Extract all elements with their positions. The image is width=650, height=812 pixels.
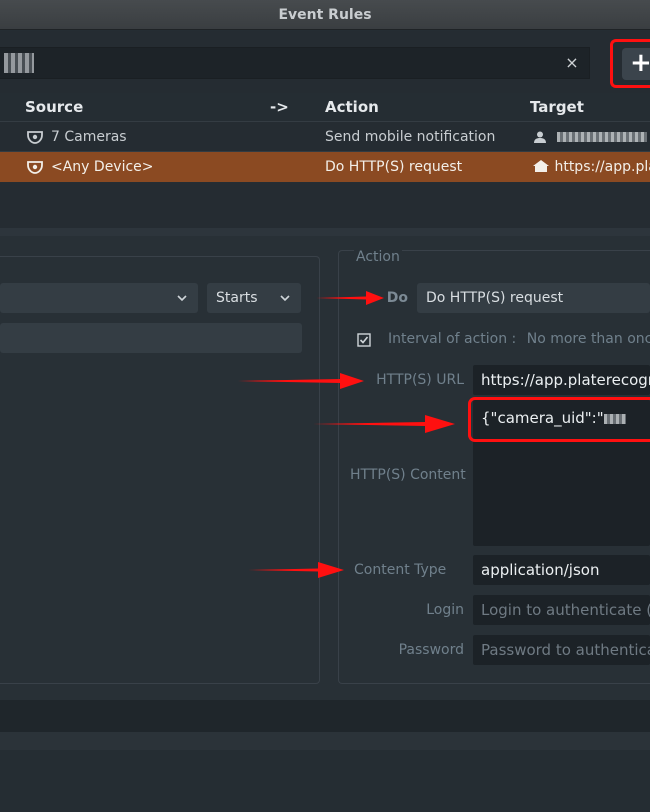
rule-source: 7 Cameras	[51, 129, 127, 145]
clear-search-button[interactable]: ×	[562, 52, 582, 74]
login-label: Login	[426, 602, 464, 618]
column-header-arrow[interactable]: ->	[270, 96, 289, 118]
add-rule-button[interactable]: +	[622, 48, 650, 80]
red-arrow-url	[238, 373, 364, 389]
interval-value[interactable]: No more than once pe	[527, 331, 650, 347]
checkbox-checked-icon[interactable]	[357, 332, 371, 347]
password-label: Password	[398, 642, 464, 658]
status-bar	[0, 700, 650, 732]
panel-splitter[interactable]	[0, 228, 650, 236]
chevron-down-icon	[279, 283, 293, 313]
camera-icon	[26, 160, 44, 174]
content-type-label: Content Type	[354, 562, 447, 578]
content-type-input[interactable]: application/json	[473, 555, 650, 585]
search-input[interactable]	[0, 47, 590, 79]
rule-target-url: https://app.pla	[554, 159, 650, 175]
event-type-select[interactable]	[0, 283, 198, 313]
rule-action: Send mobile notification	[325, 129, 496, 145]
action-type-value: Do HTTP(S) request	[426, 290, 564, 306]
rule-target	[533, 122, 650, 152]
column-header-source[interactable]: Source	[25, 96, 83, 118]
camera-icon	[26, 130, 44, 144]
column-header-target[interactable]: Target	[530, 96, 584, 118]
event-settings-frame	[0, 256, 320, 684]
redacted-email	[557, 132, 648, 142]
user-icon	[533, 129, 551, 145]
event-device-field[interactable]	[0, 323, 302, 353]
event-state-select[interactable]: Starts	[207, 283, 301, 313]
action-section-title: Action	[354, 247, 402, 267]
login-placeholder: Login to authenticate (op	[481, 601, 650, 619]
url-input[interactable]: https://app.platerecogniz	[473, 365, 650, 395]
password-input[interactable]: Password to authenticate	[473, 635, 650, 665]
footer-area	[0, 750, 650, 812]
password-placeholder: Password to authenticate	[481, 641, 650, 659]
footer-strip	[0, 732, 650, 750]
chevron-down-icon	[176, 283, 190, 313]
action-type-select[interactable]: Do HTTP(S) request	[417, 283, 650, 313]
column-header-action[interactable]: Action	[325, 96, 379, 118]
red-arrow-content	[313, 415, 455, 433]
event-state-value: Starts	[216, 290, 258, 306]
content-label: HTTP(S) Content	[350, 467, 466, 483]
content-highlight	[468, 397, 650, 442]
url-label: HTTP(S) URL	[376, 372, 464, 388]
rule-source: <Any Device>	[51, 159, 154, 175]
interval-row: Interval of action : No more than once p…	[388, 324, 650, 354]
window-title-bar: Event Rules	[0, 0, 650, 30]
search-input-redacted-text	[4, 53, 34, 73]
home-icon	[532, 159, 554, 175]
interval-label: Interval of action :	[388, 331, 517, 347]
red-arrow-do	[316, 291, 384, 305]
rule-target: https://app.pla	[532, 152, 650, 182]
window-title: Event Rules	[278, 7, 372, 23]
login-input[interactable]: Login to authenticate (op	[473, 595, 650, 625]
rule-action: Do HTTP(S) request	[325, 159, 463, 175]
red-arrow-content-type	[248, 562, 344, 578]
